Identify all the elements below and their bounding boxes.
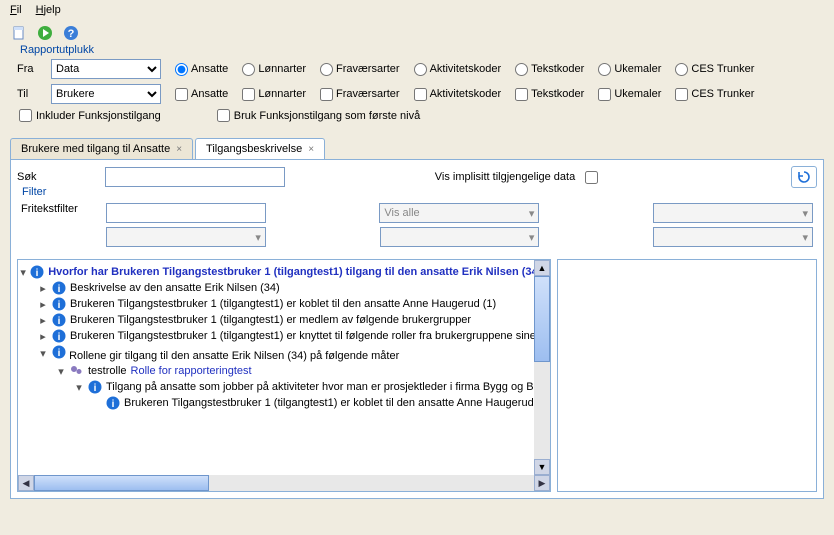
refresh-icon — [796, 169, 812, 185]
new-document-icon[interactable] — [10, 24, 28, 42]
check-implicit[interactable] — [585, 171, 598, 184]
svg-text:i: i — [112, 399, 115, 410]
scroll-thumb[interactable] — [34, 475, 209, 491]
svg-text:i: i — [58, 332, 61, 343]
expand-icon[interactable]: ▸ — [38, 330, 48, 343]
tab-brukere-tilgang[interactable]: Brukere med tilgang til Ansatte × — [10, 138, 193, 159]
tree-node[interactable]: ▸ i Brukeren Tilgangstestbruker 1 (tilga… — [38, 328, 548, 344]
refresh-button[interactable] — [791, 166, 817, 188]
info-icon: i — [52, 329, 66, 343]
info-icon: i — [106, 396, 120, 410]
role-icon — [70, 364, 84, 378]
toolbar: ? — [0, 20, 834, 46]
collapse-icon[interactable]: ▾ — [20, 266, 26, 279]
radio-fravaersarter[interactable] — [320, 63, 333, 76]
check-ces-trunker[interactable] — [675, 88, 688, 101]
vertical-scrollbar[interactable]: ▲ ▼ — [534, 260, 550, 475]
check-ukemaler[interactable] — [598, 88, 611, 101]
expand-icon[interactable]: ▸ — [38, 298, 48, 311]
tab-bar: Brukere med tilgang til Ansatte × Tilgan… — [10, 138, 824, 159]
info-icon: i — [52, 345, 66, 359]
filter-combo-2[interactable]: ▾ — [653, 203, 813, 223]
collapse-icon[interactable]: ▾ — [74, 381, 84, 394]
collapse-icon[interactable]: ▾ — [38, 347, 48, 360]
check-aktivitetskoder[interactable] — [414, 88, 427, 101]
tree-node[interactable]: ▾ i Tilgang på ansatte som jobber på akt… — [74, 379, 548, 395]
search-input[interactable] — [105, 167, 285, 187]
flag-row: Inkluder Funksjonstilgang Bruk Funksjons… — [17, 109, 817, 122]
close-icon[interactable]: × — [308, 144, 314, 155]
from-row: Fra Data Ansatte Lønnarter Fraværsarter … — [17, 59, 817, 79]
svg-text:?: ? — [68, 28, 75, 40]
check-tekstkoder[interactable] — [515, 88, 528, 101]
search-row: Søk Vis implisitt tilgjengelige data — [17, 166, 817, 188]
tree-node[interactable]: ▸ i Beskrivelse av den ansatte Erik Nils… — [38, 280, 548, 296]
radio-aktivitetskoder[interactable] — [414, 63, 427, 76]
scroll-thumb[interactable] — [534, 276, 550, 362]
svg-text:i: i — [94, 383, 97, 394]
from-label: Fra — [17, 63, 45, 75]
tree-node-selected[interactable]: ▾ i Rollene gir tilgang til den ansatte … — [38, 344, 548, 363]
check-lonnarter[interactable] — [242, 88, 255, 101]
run-icon[interactable] — [36, 24, 54, 42]
svg-text:i: i — [58, 348, 61, 359]
info-icon: i — [88, 380, 102, 394]
info-icon: i — [30, 265, 44, 279]
horizontal-scrollbar[interactable]: ◀ ▶ — [18, 475, 550, 491]
svg-text:i: i — [58, 300, 61, 311]
menu-file[interactable]: Fil — [10, 4, 22, 16]
to-row: Til Brukere Ansatte Lønnarter Fraværsart… — [17, 84, 817, 104]
tree-node[interactable]: i Brukeren Tilgangstestbruker 1 (tilgang… — [92, 395, 548, 411]
menu-help[interactable]: Hjelp — [36, 4, 61, 16]
help-icon[interactable]: ? — [62, 24, 80, 42]
close-icon[interactable]: × — [176, 144, 182, 155]
to-label: Til — [17, 88, 45, 100]
svg-text:i: i — [58, 284, 61, 295]
svg-text:i: i — [36, 268, 39, 279]
filter-combo-1[interactable]: Vis alle▾ — [379, 203, 539, 223]
tree-role-node[interactable]: ▾ testrolle Rolle for rapporteringtest — [56, 363, 548, 379]
tab-pane: Søk Vis implisitt tilgjengelige data Fil… — [10, 159, 824, 499]
check-use-func-first[interactable] — [217, 109, 230, 122]
expand-icon[interactable]: ▸ — [38, 282, 48, 295]
filter-combo-4[interactable]: ▾ — [380, 227, 540, 247]
tree-panel[interactable]: ▾ i Hvorfor har Brukeren Tilgangstestbru… — [17, 259, 551, 492]
from-select[interactable]: Data — [51, 59, 161, 79]
tree-node[interactable]: ▸ i Brukeren Tilgangstestbruker 1 (tilga… — [38, 296, 548, 312]
scroll-right-icon[interactable]: ▶ — [534, 475, 550, 491]
details-panel — [557, 259, 817, 492]
check-include-func[interactable] — [19, 109, 32, 122]
to-select[interactable]: Brukere — [51, 84, 161, 104]
info-icon: i — [52, 281, 66, 295]
search-label: Søk — [17, 171, 97, 183]
info-icon: i — [52, 313, 66, 327]
freetext-label: Fritekstfilter — [21, 203, 96, 223]
scroll-left-icon[interactable]: ◀ — [18, 475, 34, 491]
implicit-label: Vis implisitt tilgjengelige data — [435, 171, 575, 183]
menu-bar: Fil Hjelp — [0, 0, 834, 20]
freetext-input[interactable] — [106, 203, 266, 223]
filter-legend: Filter — [19, 186, 49, 198]
expand-icon[interactable]: ▸ — [38, 314, 48, 327]
collapse-icon[interactable]: ▾ — [56, 365, 66, 378]
info-icon: i — [52, 297, 66, 311]
svg-text:i: i — [58, 316, 61, 327]
radio-lonnarter[interactable] — [242, 63, 255, 76]
check-ansatte[interactable] — [175, 88, 188, 101]
scroll-up-icon[interactable]: ▲ — [534, 260, 550, 276]
filter-box: Filter Fritekstfilter Vis alle▾ ▾ ▾ ▾ ▾ — [17, 192, 817, 255]
filter-combo-5[interactable]: ▾ — [653, 227, 813, 247]
report-legend: Rapportutplukk — [17, 44, 97, 56]
scroll-down-icon[interactable]: ▼ — [534, 459, 550, 475]
tree-root[interactable]: ▾ i Hvorfor har Brukeren Tilgangstestbru… — [20, 264, 548, 280]
report-groupbox: Rapportutplukk Fra Data Ansatte Lønnarte… — [10, 50, 824, 132]
filter-combo-3[interactable]: ▾ — [106, 227, 266, 247]
radio-tekstkoder[interactable] — [515, 63, 528, 76]
radio-ukemaler[interactable] — [598, 63, 611, 76]
tab-tilgangsbeskrivelse[interactable]: Tilgangsbeskrivelse × — [195, 138, 325, 159]
check-fravaersarter[interactable] — [320, 88, 333, 101]
tree-node[interactable]: ▸ i Brukeren Tilgangstestbruker 1 (tilga… — [38, 312, 548, 328]
radio-ces-trunker[interactable] — [675, 63, 688, 76]
radio-ansatte[interactable] — [175, 63, 188, 76]
